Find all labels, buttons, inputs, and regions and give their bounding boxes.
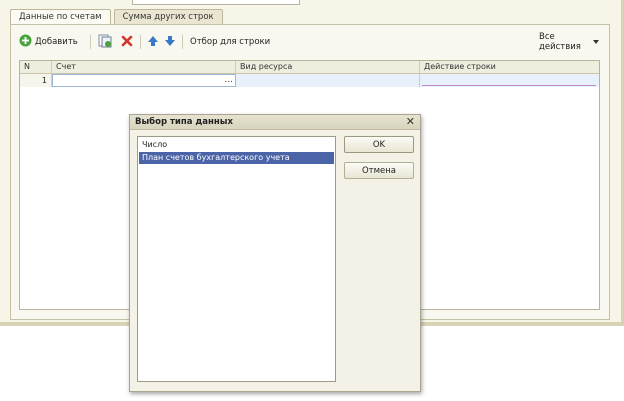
add-button-label: Добавить	[35, 37, 78, 47]
row-filter-label: Отбор для строки	[190, 37, 271, 47]
cancel-button[interactable]: Отмена	[344, 162, 414, 179]
resource-cell[interactable]	[236, 74, 420, 87]
toolbar-divider	[182, 35, 183, 49]
column-header-row-action[interactable]: Действие строки	[420, 61, 599, 73]
column-header-resource[interactable]: Вид ресурса	[236, 61, 420, 73]
list-item[interactable]: План счетов бухгалтерского учета	[139, 152, 334, 164]
all-actions-button[interactable]: Все действия	[536, 32, 599, 52]
top-field-fragment	[132, 0, 300, 5]
close-icon[interactable]: ✕	[406, 115, 415, 129]
row-number: 1	[20, 74, 52, 87]
toolbar: Добавить Отбор для строки Все действия	[19, 32, 599, 52]
table-row[interactable]: 1 ...	[20, 74, 599, 87]
delete-icon	[121, 35, 133, 50]
data-type-dialog: Выбор типа данных ✕ Число План счетов бу…	[129, 114, 421, 392]
add-icon	[19, 34, 32, 50]
toolbar-divider	[140, 35, 141, 49]
choice-button[interactable]: ...	[224, 74, 233, 87]
move-down-icon	[164, 35, 176, 50]
row-filter-button[interactable]: Отбор для строки	[187, 33, 270, 51]
ok-button[interactable]: OK	[344, 136, 414, 153]
add-button[interactable]: Добавить	[19, 33, 78, 51]
account-cell[interactable]: ...	[52, 74, 236, 87]
dialog-title-bar[interactable]: Выбор типа данных ✕	[130, 115, 420, 130]
row-action-underline	[422, 85, 596, 86]
move-down-button[interactable]	[164, 33, 176, 51]
move-up-button[interactable]	[147, 33, 159, 51]
tab-bar: Данные по счетам Сумма других строк	[10, 9, 226, 25]
tab-account-data[interactable]: Данные по счетам	[10, 9, 111, 25]
tab-other-rows-sum[interactable]: Сумма других строк	[113, 9, 223, 24]
table-header: N Счет Вид ресурса Действие строки	[20, 61, 599, 74]
delete-button[interactable]	[121, 33, 133, 51]
column-header-n[interactable]: N	[20, 61, 52, 73]
all-actions-label: Все действия	[539, 32, 581, 52]
dropdown-arrow-icon	[593, 37, 599, 47]
column-header-account[interactable]: Счет	[52, 61, 236, 73]
move-up-icon	[147, 35, 159, 50]
toolbar-divider	[90, 35, 91, 49]
copy-button[interactable]	[98, 33, 112, 51]
copy-icon	[98, 34, 112, 51]
dialog-title: Выбор типа данных	[135, 117, 233, 127]
data-type-list[interactable]: Число План счетов бухгалтерского учета	[137, 136, 336, 382]
list-item[interactable]: Число	[139, 139, 334, 151]
